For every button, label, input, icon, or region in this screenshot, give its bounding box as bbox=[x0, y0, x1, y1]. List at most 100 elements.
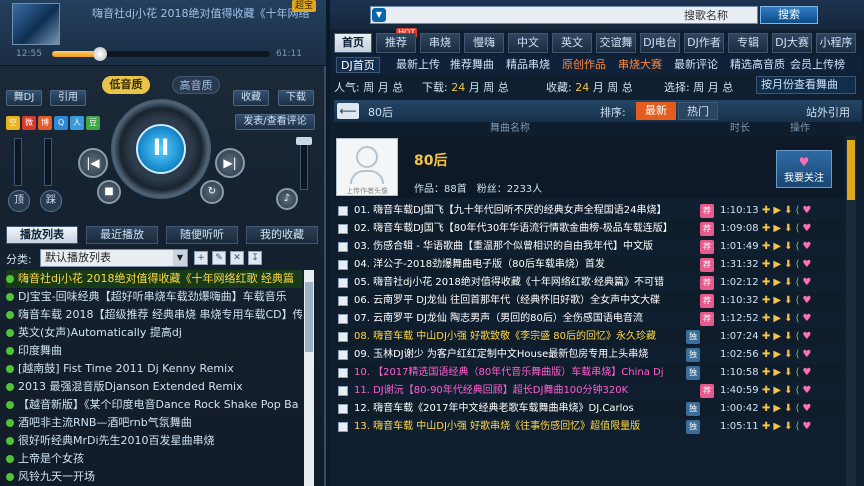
tab-nav-6[interactable]: 交谊舞 bbox=[596, 33, 636, 53]
row-checkbox[interactable] bbox=[338, 278, 348, 288]
download-icon[interactable]: ⬇ bbox=[784, 259, 795, 270]
play-icon[interactable]: ▶ bbox=[773, 277, 784, 288]
heart-icon[interactable]: ♥ bbox=[802, 277, 814, 288]
share-icon-3[interactable]: Q bbox=[54, 116, 68, 130]
row-checkbox[interactable] bbox=[338, 404, 348, 414]
download-icon[interactable]: ⬇ bbox=[784, 349, 795, 360]
follow-button[interactable]: ♥ 我要关注 bbox=[776, 150, 832, 188]
table-row[interactable]: 05. 嗨音社dj小花 2018绝对值得收藏《十年网络红歌·经典篇》不可错 荐 1:… bbox=[334, 274, 844, 292]
share-icon-5[interactable]: 豆 bbox=[86, 116, 100, 130]
tab-sub-1[interactable]: 最新上传 bbox=[396, 57, 440, 73]
add-icon[interactable]: ✚ bbox=[762, 421, 773, 432]
row-checkbox[interactable] bbox=[338, 260, 348, 270]
tab-sub-4[interactable]: 原创作品 bbox=[562, 57, 606, 73]
add-icon[interactable]: + bbox=[194, 251, 208, 265]
sort-hot-button[interactable]: 热门 bbox=[678, 102, 718, 120]
table-row[interactable]: 04. 洋公子-2018劲爆舞曲电子版（80后车载串烧）首发 荐 1:31:32 ✚▶… bbox=[334, 256, 844, 274]
tab-sub-7[interactable]: 精选高音质 bbox=[730, 57, 785, 73]
add-icon[interactable]: ✚ bbox=[762, 241, 773, 252]
song-name[interactable]: 13. 嗨音车载 中山DJ小强 好歌串烧《往事伤感回忆》超值限量版 bbox=[354, 418, 684, 436]
play-icon[interactable]: ▶ bbox=[773, 223, 784, 234]
stat-download-num[interactable]: 24 bbox=[451, 81, 465, 94]
table-row[interactable]: 01. 嗨音车载DJ国飞【九十年代回听不厌的经典女声全程国语24串烧】 荐 1:10… bbox=[334, 202, 844, 220]
play-icon[interactable]: ▶ bbox=[773, 349, 784, 360]
previous-button[interactable]: |◀ bbox=[78, 148, 108, 178]
download-icon[interactable]: ⬇ bbox=[784, 367, 795, 378]
list-item[interactable]: 风铃九天一开场 bbox=[6, 468, 302, 486]
add-icon[interactable]: ✚ bbox=[762, 295, 773, 306]
add-icon[interactable]: ✚ bbox=[762, 385, 773, 396]
comment-button[interactable]: 发表/查看评论 bbox=[235, 114, 315, 130]
tab-recent[interactable]: 最近播放 bbox=[86, 226, 158, 244]
playlist-scroll-thumb[interactable] bbox=[305, 282, 313, 352]
table-row[interactable]: 02. 嗨音车载DJ国飞【80年代30年华语流行情歌金曲榜-极品车载连版】 荐 1:… bbox=[334, 220, 844, 238]
song-name[interactable]: 03. 伤感合辑 - 华语歌曲【重温那个似曾相识的自由我年代】中文版 bbox=[354, 238, 684, 256]
heart-icon[interactable]: ♥ bbox=[802, 421, 814, 432]
stat-total[interactable]: 总 bbox=[622, 81, 633, 94]
add-icon[interactable]: ✚ bbox=[762, 223, 773, 234]
sort-newest-button[interactable]: 最新 bbox=[636, 102, 676, 120]
add-icon[interactable]: ✚ bbox=[762, 331, 773, 342]
tab-sub-5[interactable]: 串烧大赛 bbox=[618, 57, 662, 73]
tab-nav-10[interactable]: DJ大赛 bbox=[772, 33, 812, 53]
stop-button[interactable]: ■ bbox=[97, 180, 121, 204]
eq-slider-left[interactable] bbox=[14, 138, 22, 186]
heart-icon[interactable]: ♥ bbox=[802, 403, 814, 414]
search-type[interactable]: 搜歌名称 bbox=[684, 7, 728, 23]
download-icon[interactable]: ⬇ bbox=[784, 241, 795, 252]
download-button[interactable]: 下载 bbox=[278, 90, 314, 106]
row-checkbox[interactable] bbox=[338, 314, 348, 324]
list-item[interactable]: 2013 最强混音版Djanson Extended Remix bbox=[6, 378, 302, 396]
play-icon[interactable]: ▶ bbox=[773, 385, 784, 396]
heart-icon[interactable]: ♥ bbox=[802, 205, 814, 216]
song-name[interactable]: 04. 洋公子-2018劲爆舞曲电子版（80后车载串烧）首发 bbox=[354, 256, 684, 274]
song-name[interactable]: 10. 【2017精选国语经典（80年代音乐舞曲版）车载串烧】China Dj bbox=[354, 364, 684, 382]
external-link[interactable]: 站外引用 bbox=[806, 104, 850, 120]
song-name[interactable]: 11. DJ谢沅【80-90年代经典回顾】超长DJ舞曲100分钟320K bbox=[354, 382, 684, 400]
add-icon[interactable]: ✚ bbox=[762, 259, 773, 270]
progress-bar[interactable] bbox=[52, 47, 270, 61]
tab-sub-6[interactable]: 最新评论 bbox=[674, 57, 718, 73]
list-item[interactable]: 嗨音车载 2018【超级推荐 经典串烧 串烧专用车载CD】传 bbox=[6, 306, 302, 324]
play-icon[interactable]: ▶ bbox=[773, 331, 784, 342]
download-icon[interactable]: ⬇ bbox=[784, 403, 795, 414]
category-select[interactable]: 默认播放列表 ▼ bbox=[40, 249, 188, 267]
import-icon[interactable]: ↧ bbox=[248, 251, 262, 265]
stat-total[interactable]: 总 bbox=[498, 81, 509, 94]
heart-icon[interactable]: ♥ bbox=[802, 241, 814, 252]
play-icon[interactable]: ▶ bbox=[773, 241, 784, 252]
stat-month[interactable]: 月 bbox=[378, 81, 389, 94]
favorite-button[interactable]: 收藏 bbox=[233, 90, 269, 106]
list-item[interactable]: [越南鼓] Fist Time 2011 Dj Kenny Remix bbox=[6, 360, 302, 378]
cover-art[interactable] bbox=[12, 3, 60, 45]
share-icon-0[interactable]: 空 bbox=[6, 116, 20, 130]
song-name[interactable]: 02. 嗨音车载DJ国飞【80年代30年华语流行情歌金曲榜-极品车载连版】 bbox=[354, 220, 684, 238]
stat-total[interactable]: 总 bbox=[392, 81, 403, 94]
row-checkbox[interactable] bbox=[338, 332, 348, 342]
song-name[interactable]: 07. 云南罗平 DJ龙仙 陶志男声（男回的80后）全伤感国语电音流 bbox=[354, 310, 684, 328]
list-item[interactable]: 上帝是个女孩 bbox=[6, 450, 302, 468]
tab-nav-3[interactable]: 慢嗨 bbox=[464, 33, 504, 53]
row-checkbox[interactable] bbox=[338, 242, 348, 252]
heart-icon[interactable]: ♥ bbox=[802, 223, 814, 234]
heart-icon[interactable]: ♥ bbox=[802, 349, 814, 360]
stat-week[interactable]: 周 bbox=[483, 81, 494, 94]
delete-icon[interactable]: ✕ bbox=[230, 251, 244, 265]
heart-icon[interactable]: ♥ bbox=[802, 367, 814, 378]
quality-high-button[interactable]: 高音质 bbox=[172, 76, 220, 94]
table-row[interactable]: 06. 云南罗平 DJ龙仙 往回首那年代（经典怀旧好歌）全女声中文大碟 荐 1:10… bbox=[334, 292, 844, 310]
song-list-scroll-thumb[interactable] bbox=[847, 140, 855, 200]
volume-slider[interactable] bbox=[300, 142, 308, 190]
tab-nav-4[interactable]: 中文 bbox=[508, 33, 548, 53]
row-checkbox[interactable] bbox=[338, 350, 348, 360]
download-icon[interactable]: ⬇ bbox=[784, 331, 795, 342]
chevron-down-icon[interactable]: ▼ bbox=[173, 250, 187, 266]
back-arrow-icon[interactable]: ⟵ bbox=[337, 103, 359, 119]
quality-low-button[interactable]: 低音质 bbox=[102, 76, 150, 94]
row-checkbox[interactable] bbox=[338, 386, 348, 396]
play-icon[interactable]: ▶ bbox=[773, 403, 784, 414]
table-row[interactable]: 12. 嗨音车载《2017年中文经典老歌车载舞曲串烧》DJ.Carlos 独 1:0… bbox=[334, 400, 844, 418]
row-checkbox[interactable] bbox=[338, 296, 348, 306]
heart-icon[interactable]: ♥ bbox=[802, 259, 814, 270]
row-checkbox[interactable] bbox=[338, 224, 348, 234]
